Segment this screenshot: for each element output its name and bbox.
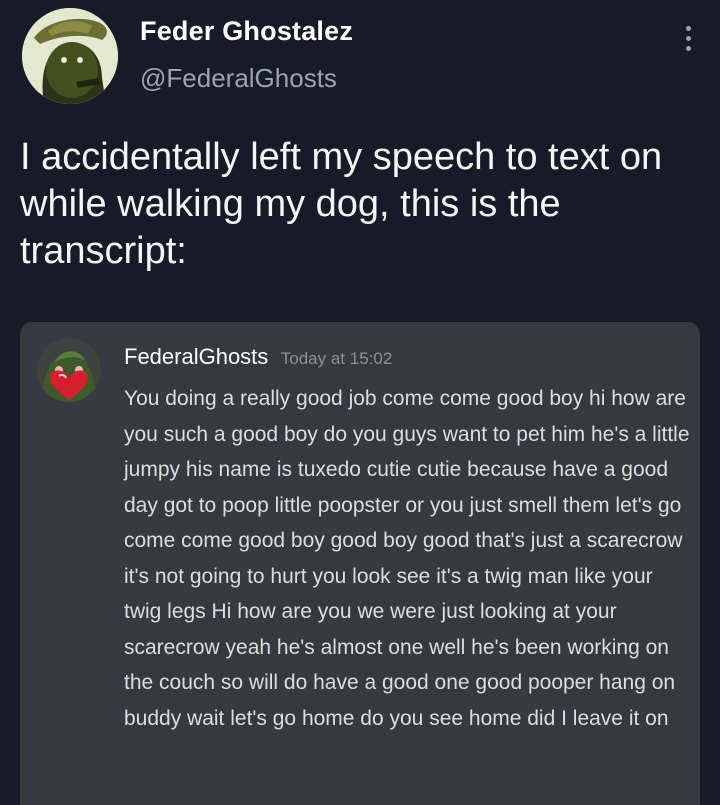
- tweet: Feder Ghostalez @FederalGhosts I acciden…: [0, 0, 720, 805]
- tweet-text: I accidentally left my speech to text on…: [20, 136, 663, 272]
- message-body: You doing a really good job come come go…: [124, 387, 690, 730]
- ghost-avatar-icon: [22, 8, 118, 104]
- profile-avatar[interactable]: [22, 8, 118, 104]
- display-name[interactable]: Feder Ghostalez: [140, 16, 353, 47]
- user-handle[interactable]: @FederalGhosts: [140, 63, 337, 94]
- message-header: FederalGhosts Today at 15:02: [124, 344, 392, 370]
- ghost-heart-avatar-icon: [37, 338, 101, 402]
- discord-avatar: [37, 338, 101, 402]
- transcript-screenshot: FederalGhosts Today at 15:02 You doing a…: [20, 322, 700, 805]
- more-options-icon[interactable]: [676, 18, 700, 58]
- message-timestamp: Today at 15:02: [280, 349, 393, 368]
- message-username[interactable]: FederalGhosts: [124, 344, 268, 369]
